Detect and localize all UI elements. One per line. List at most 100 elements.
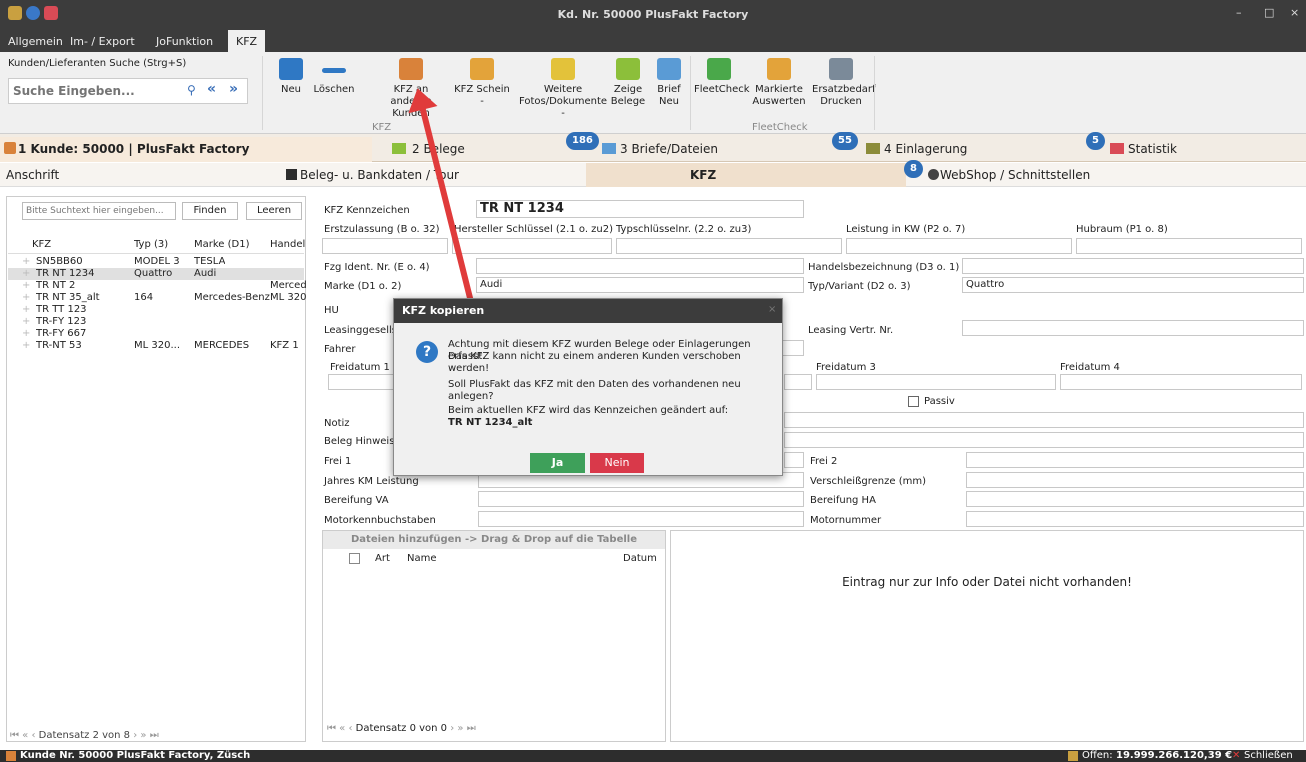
files-select-all-checkbox[interactable]: [349, 553, 360, 564]
bereifung-ha-field[interactable]: [966, 491, 1304, 507]
col-kfz[interactable]: KFZ: [32, 236, 51, 254]
cell-kfz: TR NT 1234: [36, 268, 95, 279]
files-col-datum[interactable]: Datum: [623, 553, 657, 564]
col-marke[interactable]: Marke (D1): [194, 236, 250, 254]
hubraum-field[interactable]: [1076, 238, 1302, 254]
close-window-button[interactable]: ×: [1290, 6, 1299, 19]
menu-jofunktion[interactable]: JoFunktion: [156, 35, 213, 48]
list-record-navigator[interactable]: ⏮ « ‹ Datensatz 2 von 8 › » ⏭: [10, 730, 159, 741]
motorkenn-label: Motorkennbuchstaben: [324, 515, 436, 526]
beleg-hinweis-field[interactable]: [784, 432, 1304, 448]
leasing-vertr-field[interactable]: [962, 320, 1304, 336]
fleetcheck-button[interactable]: FleetCheck: [694, 58, 750, 96]
close-x-icon[interactable]: ✕: [1232, 750, 1240, 762]
motorkenn-field[interactable]: [478, 511, 804, 527]
tab-webshop[interactable]: WebShop / Schnittstellen: [926, 163, 1166, 187]
freidatum3-field[interactable]: [816, 374, 1056, 390]
photo-icon: [551, 58, 575, 80]
next-icon[interactable]: »: [229, 81, 238, 97]
tab-kunde-label: 1 Kunde: 50000 | PlusFakt Factory: [18, 142, 250, 156]
briefe-count-badge: 55: [832, 132, 858, 150]
files-dropzone-header[interactable]: Dateien hinzufügen -> Drag & Drop auf di…: [323, 531, 665, 549]
bank-icon: [286, 169, 297, 180]
tab-einlagerung[interactable]: 4 Einlagerung: [864, 137, 1092, 162]
maximize-button[interactable]: □: [1264, 6, 1274, 19]
previous-icon[interactable]: «: [207, 81, 216, 97]
cell-typ: ML 320...: [134, 340, 181, 351]
finden-button[interactable]: Finden: [182, 202, 238, 220]
table-header: KFZ Typ (3) Marke (D1) Handel: [8, 236, 306, 254]
typ-field[interactable]: Quattro: [962, 277, 1304, 293]
minimize-button[interactable]: –: [1236, 6, 1242, 19]
bereifung-va-label: Bereifung VA: [324, 495, 389, 506]
loeschen-label: Löschen: [313, 84, 355, 95]
passiv-checkbox[interactable]: [908, 396, 919, 407]
tab-kfz[interactable]: KFZ: [586, 163, 906, 187]
cell-marke: Mercedes-Benz: [194, 292, 270, 303]
leistung-label: Leistung in KW (P2 o. 7): [846, 224, 966, 235]
handelsbez-field[interactable]: [962, 258, 1304, 274]
minus-icon: [322, 68, 346, 73]
table-row[interactable]: + TR-NT 53 ML 320... MERCEDES KFZ 1: [8, 340, 304, 352]
menu-kfz[interactable]: KFZ: [228, 30, 266, 52]
table-row-selected[interactable]: + TR NT 1234 Quattro Audi: [8, 268, 304, 280]
zeige-belege-button[interactable]: Zeige Belege: [610, 58, 646, 108]
ja-button[interactable]: Ja: [530, 453, 585, 473]
leistung-field[interactable]: [846, 238, 1072, 254]
tab-briefe[interactable]: 3 Briefe/Dateien: [600, 137, 858, 162]
sub-tab-strip: Anschrift Beleg- u. Bankdaten / Tour KFZ…: [0, 160, 1306, 187]
search-box: ⚲ « »: [8, 78, 248, 104]
loeschen-button[interactable]: Löschen: [312, 58, 356, 96]
table-row[interactable]: + TR NT 2 Merced: [8, 280, 306, 292]
table-row[interactable]: + TR NT 35_alt 164 Mercedes-Benz ML 320: [8, 292, 306, 304]
tab-anschrift[interactable]: Anschrift: [6, 163, 276, 187]
fahrer-field[interactable]: [780, 340, 804, 356]
dialog-line2: Das KFZ kann nicht zu einem anderen Kund…: [448, 351, 741, 374]
frei1-field[interactable]: [784, 452, 804, 468]
dialog-title: KFZ kopieren: [394, 299, 782, 323]
search-icon[interactable]: ⚲: [187, 83, 196, 97]
offen-label: Offen:: [1082, 750, 1113, 761]
notiz-field[interactable]: [784, 412, 1304, 428]
evaluate-icon: [767, 58, 791, 80]
files-record-navigator[interactable]: ⏮ « ‹ Datensatz 0 von 0 › » ⏭: [327, 723, 476, 734]
list-search-input[interactable]: [22, 202, 176, 220]
printer-icon: [829, 58, 853, 80]
ersatzbedarf-drucken-button[interactable]: Ersatzbedarf Drucken: [812, 58, 876, 108]
customer-icon: [4, 142, 16, 154]
menu-allgemein[interactable]: Allgemein: [8, 35, 63, 48]
schliessen-button[interactable]: Schließen: [1244, 750, 1293, 762]
freidatum4-field[interactable]: [1060, 374, 1302, 390]
markierte-auswerten-button[interactable]: Markierte Auswerten: [750, 58, 808, 108]
menu-import-export[interactable]: Im- / Export: [70, 35, 135, 48]
files-col-art[interactable]: Art: [375, 553, 390, 564]
table-row[interactable]: + SN5BB60 MODEL 3 TESLA: [8, 256, 304, 268]
cell-kfz: TR NT 2: [36, 280, 76, 291]
ersatzbedarf-drucken-label: Ersatzbedarf Drucken: [812, 84, 876, 107]
table-row[interactable]: + TR-FY 123: [8, 316, 304, 328]
bereifung-va-field[interactable]: [478, 491, 804, 507]
search-input[interactable]: [13, 83, 173, 99]
nein-button[interactable]: Nein: [590, 453, 644, 473]
brief-neu-button[interactable]: Brief Neu: [652, 58, 686, 108]
col-handel[interactable]: Handel: [270, 236, 306, 254]
tab-statistik[interactable]: Statistik: [1108, 137, 1258, 162]
verschleiss-field[interactable]: [966, 472, 1304, 488]
cell-typ: MODEL 3: [134, 256, 180, 267]
freidatum3-label: Freidatum 3: [816, 362, 876, 373]
tab-kunde[interactable]: 1 Kunde: 50000 | PlusFakt Factory: [0, 137, 372, 162]
tab-briefe-label: 3 Briefe/Dateien: [620, 142, 718, 156]
brief-neu-label: Brief Neu: [657, 84, 681, 107]
leeren-button[interactable]: Leeren: [246, 202, 302, 220]
typschluessel-field[interactable]: [616, 238, 842, 254]
cell-handel: Merced: [270, 280, 306, 291]
files-col-name[interactable]: Name: [407, 553, 437, 564]
table-row[interactable]: + TR TT 123: [8, 304, 304, 316]
table-row[interactable]: + TR-FY 667: [8, 328, 304, 340]
motornummer-field[interactable]: [966, 511, 1304, 527]
neu-button[interactable]: Neu: [276, 58, 306, 96]
frei2-field[interactable]: [966, 452, 1304, 468]
freidatum2-field[interactable]: [784, 374, 812, 390]
col-typ[interactable]: Typ (3): [134, 236, 168, 254]
dialog-close-icon[interactable]: ×: [768, 304, 776, 315]
